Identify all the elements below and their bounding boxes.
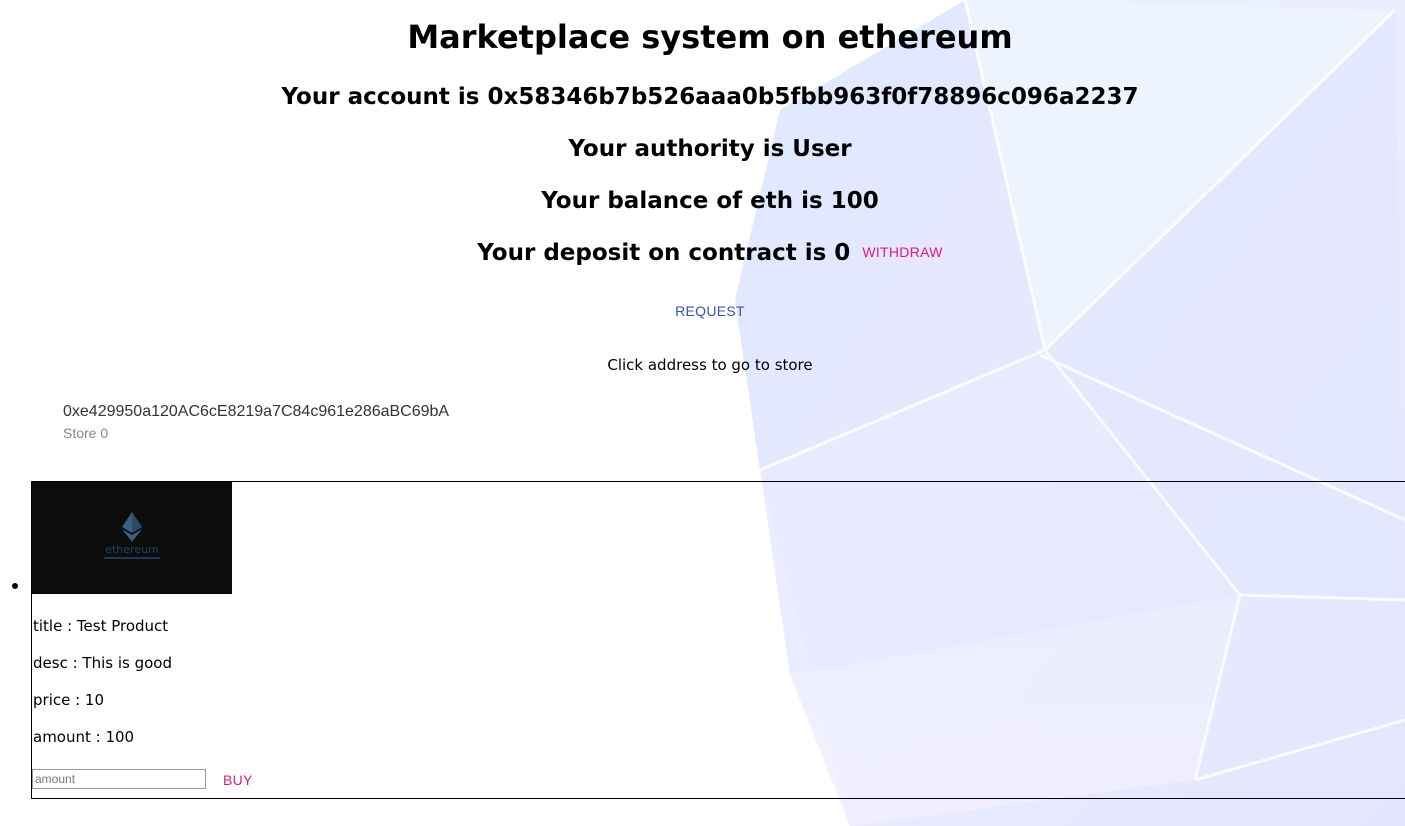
product-title: title : Test Product (33, 617, 169, 635)
store-list-item[interactable]: 0xe429950a120AC6cE8219a7C84c961e286aBC69… (63, 403, 449, 441)
ethereum-logo-text: ethereum (105, 543, 159, 556)
page-title: Marketplace system on ethereum (407, 18, 1013, 56)
ethereum-logo-icon: ethereum (104, 512, 160, 559)
product-card: ethereum title : Test Product desc : Thi… (31, 481, 1405, 799)
product-amount: amount : 100 (33, 728, 135, 746)
page-content: Marketplace system on ethereum Your acco… (0, 0, 1405, 826)
request-button[interactable]: REQUEST (0, 303, 1405, 319)
balance-line: Your balance of eth is 100 (541, 188, 879, 214)
account-line: Your account is 0x58346b7b526aaa0b5fbb96… (281, 84, 1139, 110)
product-price: price : 10 (33, 691, 105, 709)
amount-input[interactable] (32, 769, 206, 789)
withdraw-button[interactable]: WITHDRAW (862, 244, 942, 260)
deposit-row: Your deposit on contract is 0 WITHDRAW (0, 240, 1405, 266)
store-hint-text: Click address to go to store (607, 356, 813, 374)
deposit-line: Your deposit on contract is 0 (477, 240, 851, 266)
product-image: ethereum (32, 482, 232, 594)
list-bullet (12, 583, 18, 589)
store-name: Store 0 (63, 425, 109, 441)
store-address-link[interactable]: 0xe429950a120AC6cE8219a7C84c961e286aBC69… (63, 403, 449, 421)
product-desc: desc : This is good (33, 654, 172, 672)
buy-button[interactable]: BUY (223, 772, 253, 788)
authority-line: Your authority is User (568, 136, 852, 162)
